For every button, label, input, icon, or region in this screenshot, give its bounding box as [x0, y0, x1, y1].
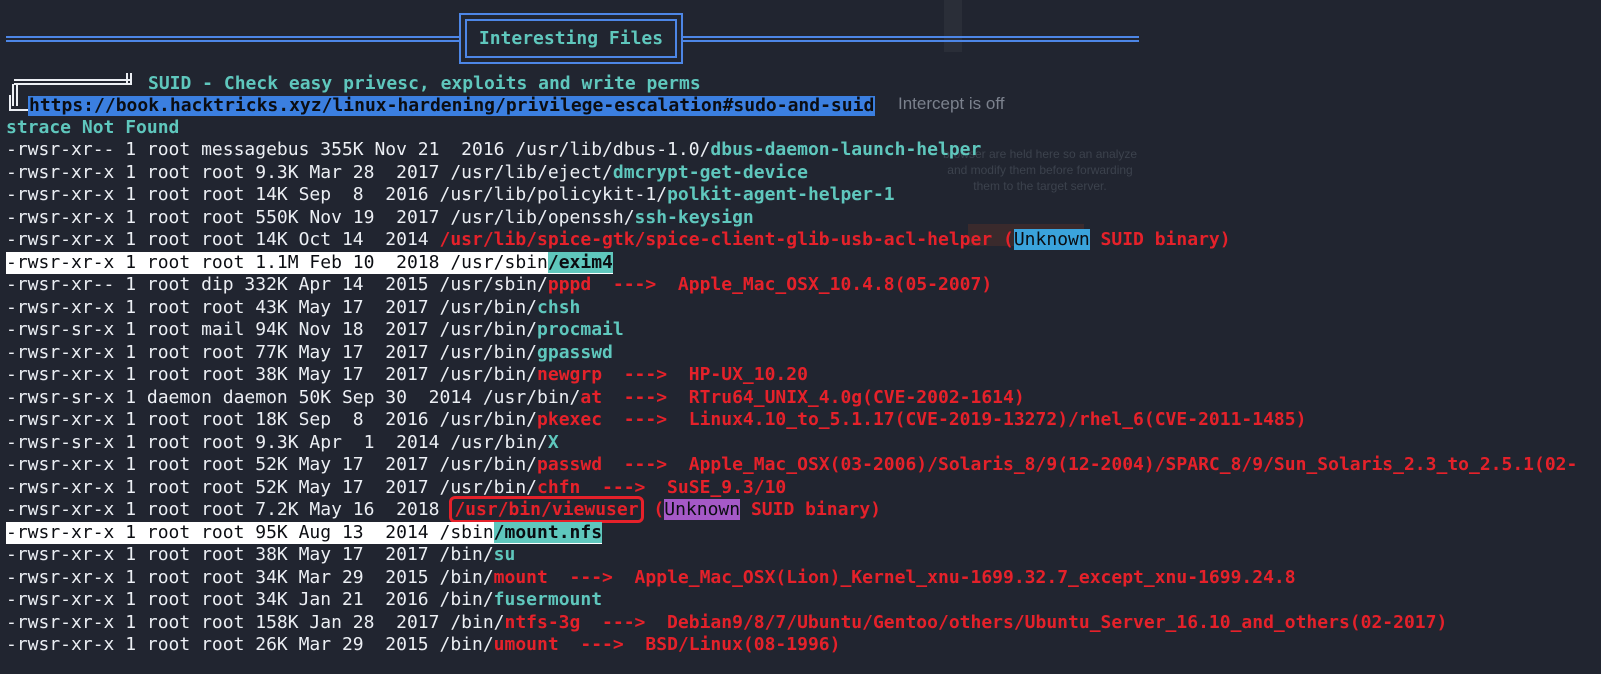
exploit-hint: pppd ---> Apple_Mac_OSX_10.4.8(05-2007) [547, 274, 993, 295]
exploit-hint: ( [642, 499, 665, 520]
file-permissions-path: -rwsr-xr-x 1 root root 52K May 17 2017 /… [6, 454, 538, 475]
binary-name: su [493, 544, 516, 565]
exploit-hint: mount ---> Apple_Mac_OSX(Lion)_Kernel_xn… [493, 566, 1296, 588]
terminal-window[interactable]: Intercept is off browser are held here s… [0, 0, 1601, 674]
binary-name: fusermount [493, 589, 603, 610]
file-permissions-path: -rwsr-xr-x 1 root root 38K May 17 2017 /… [6, 364, 538, 385]
binary-name: polkit-agent-helper-1 [667, 184, 895, 205]
suid-file-row[interactable]: -rwsr-xr-x 1 root root 77K May 17 2017 /… [6, 342, 613, 364]
file-permissions-path: -rwsr-sr-x 1 daemon daemon 50K Sep 30 20… [6, 386, 581, 408]
binary-name: chsh [537, 296, 581, 318]
badge-suffix: SUID binary) [740, 499, 881, 520]
suid-file-row[interactable]: -rwsr-xr-- 1 root messagebus 355K Nov 21… [6, 139, 981, 161]
file-permissions-path: -rwsr-xr-x 1 root root 26K Mar 29 2015 /… [6, 634, 494, 655]
file-permissions-path: -rwsr-xr-x 1 root root 77K May 17 2017 /… [6, 341, 538, 363]
file-permissions-path: -rwsr-xr-x 1 root root 550K Nov 19 2017 … [6, 206, 635, 228]
badge-suffix: SUID binary) [1089, 229, 1231, 250]
file-permissions-path: -rwsr-xr-x 1 root root 7.2K May 16 2018 [6, 499, 451, 520]
suid-file-row[interactable]: -rwsr-xr-x 1 root root 38K May 17 2017 /… [6, 364, 808, 386]
file-permissions-path: -rwsr-sr-x 1 root root 9.3K Apr 1 2014 /… [6, 431, 548, 453]
suid-file-row[interactable]: -rwsr-xr-x 1 root root 18K Sep 8 2016 /u… [6, 409, 1306, 431]
exploit-hint: newgrp ---> HP-UX_10.20 [537, 364, 808, 385]
suid-file-row[interactable]: -rwsr-xr-x 1 root root 26K Mar 29 2015 /… [6, 634, 840, 656]
suid-file-row[interactable]: -rwsr-xr-x 1 root root 14K Oct 14 2014 /… [6, 229, 1231, 251]
file-permissions-path: -rwsr-xr-- 1 root messagebus 355K Nov 21… [6, 139, 711, 160]
background-scrollbar [944, 0, 962, 52]
suid-file-row[interactable]: -rwsr-xr-x 1 root root 1.1M Feb 10 2018 … [6, 251, 613, 274]
suid-file-row[interactable]: -rwsr-xr-x 1 root root 34K Jan 21 2016 /… [6, 589, 602, 611]
file-permissions-path: -rwsr-xr-x 1 root root 9.3K Mar 28 2017 … [6, 161, 613, 183]
exploit-hint: chfn ---> SuSE_9.3/10 [537, 476, 787, 498]
exploit-hint: pkexec ---> Linux4.10_to_5.1.17(CVE-2019… [537, 409, 1307, 430]
background-intercept-status: Intercept is off [898, 94, 1005, 113]
file-permissions-path: -rwsr-xr-x 1 root root 43K May 17 2017 /… [6, 296, 538, 318]
suid-file-row[interactable]: -rwsr-xr-- 1 root dip 332K Apr 14 2015 /… [6, 274, 992, 296]
exploit-hint: ntfs-3g ---> Debian9/8/7/Ubuntu/Gentoo/o… [504, 611, 1448, 633]
tree-connector [9, 95, 29, 111]
file-permissions-path: -rwsr-xr-x 1 root root 34K Jan 21 2016 /… [6, 589, 494, 610]
strace-note: strace Not Found [6, 117, 180, 138]
file-permissions-path: -rwsr-xr-x 1 root root 95K Aug 13 2014 /… [6, 521, 494, 543]
binary-name: ssh-keysign [634, 206, 754, 228]
unknown-badge: Unknown [1013, 229, 1090, 250]
file-permissions-path: -rwsr-xr-x 1 root root 14K Oct 14 2014 [6, 229, 440, 250]
file-permissions-path: -rwsr-xr-x 1 root root 38K May 17 2017 /… [6, 544, 494, 565]
banner-rule-right [682, 36, 1139, 42]
file-permissions-path: -rwsr-xr-x 1 root root 52K May 17 2017 /… [6, 476, 538, 498]
suid-file-row[interactable]: -rwsr-xr-x 1 root root 550K Nov 19 2017 … [6, 207, 754, 229]
banner-rule-left [6, 36, 460, 42]
exploit-hint: at ---> RTru64_UNIX_4.0g(CVE-2002-1614) [580, 386, 1025, 408]
file-permissions-path: -rwsr-xr-x 1 root root 18K Sep 8 2016 /u… [6, 409, 538, 430]
section-title: SUID - Check easy privesc, exploits and … [148, 73, 701, 94]
unknown-badge: Unknown [664, 499, 741, 520]
section-link[interactable]: https://book.hacktricks.xyz/linux-harden… [28, 96, 876, 116]
suid-file-row[interactable]: -rwsr-xr-x 1 root root 34K Mar 29 2015 /… [6, 567, 1296, 589]
suid-file-row[interactable]: -rwsr-xr-x 1 root root 52K May 17 2017 /… [6, 477, 786, 499]
file-permissions-path: -rwsr-sr-x 1 root mail 94K Nov 18 2017 /… [6, 319, 538, 340]
binary-name: dbus-daemon-launch-helper [710, 139, 982, 160]
file-permissions-path: -rwsr-xr-x 1 root root 14K Sep 8 2016 /u… [6, 184, 668, 205]
tree-connector [126, 73, 132, 85]
suid-file-row[interactable]: -rwsr-xr-x 1 root root 158K Jan 28 2017 … [6, 612, 1447, 634]
suid-file-row[interactable]: -rwsr-xr-x 1 root root 9.3K Mar 28 2017 … [6, 162, 808, 184]
suid-file-row[interactable]: -rwsr-sr-x 1 root mail 94K Nov 18 2017 /… [6, 319, 624, 341]
suid-file-row[interactable]: -rwsr-sr-x 1 daemon daemon 50K Sep 30 20… [6, 387, 1025, 409]
binary-name: procmail [537, 319, 624, 340]
binary-name: dmcrypt-get-device [612, 161, 808, 183]
suid-file-row[interactable]: -rwsr-xr-x 1 root root 14K Sep 8 2016 /u… [6, 184, 895, 206]
flagged-binary-path: /usr/bin/viewuser [449, 496, 644, 523]
suid-file-row[interactable]: -rwsr-xr-x 1 root root 52K May 17 2017 /… [6, 454, 1577, 476]
binary-name: /mount.nfs [493, 521, 603, 543]
file-permissions-path: -rwsr-xr-x 1 root root 158K Jan 28 2017 … [6, 611, 505, 633]
file-permissions-path: -rwsr-xr-x 1 root root 34K Mar 29 2015 /… [6, 566, 494, 588]
file-permissions-path: -rwsr-xr-- 1 root dip 332K Apr 14 2015 /… [6, 274, 548, 295]
suid-file-row[interactable]: -rwsr-xr-x 1 root root 43K May 17 2017 /… [6, 297, 580, 319]
suid-file-row[interactable]: -rwsr-sr-x 1 root root 9.3K Apr 1 2014 /… [6, 432, 559, 454]
exploit-hint: umount ---> BSD/Linux(08-1996) [493, 634, 841, 655]
exploit-hint: passwd ---> Apple_Mac_OSX(03-2006)/Solar… [537, 454, 1578, 475]
suid-file-row[interactable]: -rwsr-xr-x 1 root root 38K May 17 2017 /… [6, 544, 515, 566]
exploit-hint: /usr/lib/spice-gtk/spice-client-glib-usb… [439, 229, 1014, 250]
suid-file-row[interactable]: -rwsr-xr-x 1 root root 7.2K May 16 2018 … [6, 496, 881, 523]
suid-file-row[interactable]: -rwsr-xr-x 1 root root 95K Aug 13 2014 /… [6, 521, 603, 544]
binary-name: gpasswd [537, 341, 613, 363]
file-permissions-path: -rwsr-xr-x 1 root root 1.1M Feb 10 2018 … [6, 251, 548, 273]
binary-name: /exim4 [547, 251, 613, 273]
binary-name: X [547, 431, 559, 453]
tree-connector [14, 79, 132, 85]
banner-title: Interesting Files [465, 19, 677, 58]
